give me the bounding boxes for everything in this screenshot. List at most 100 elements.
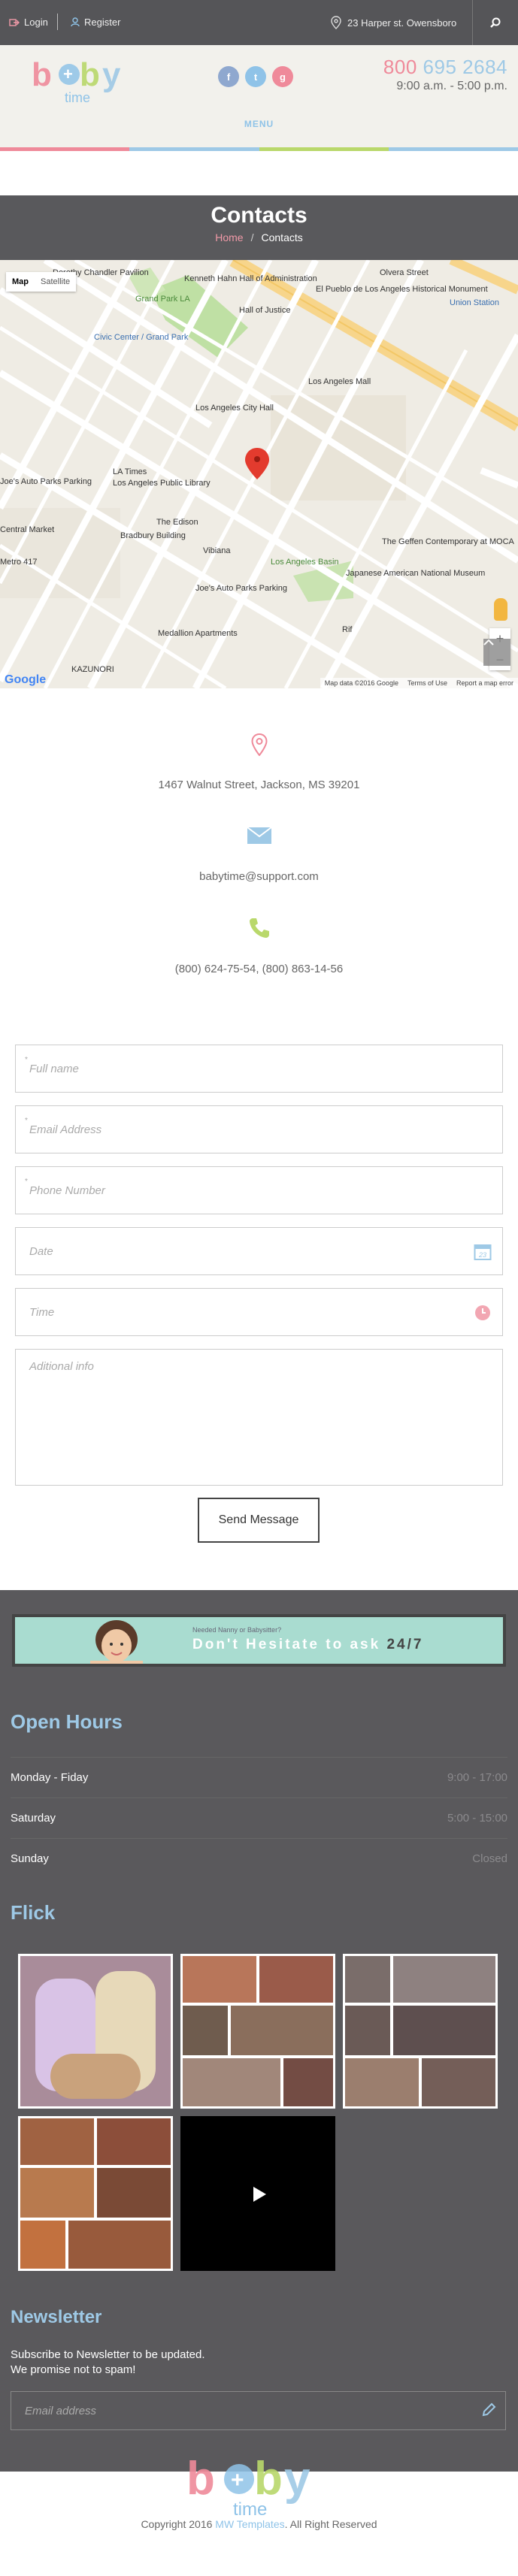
map-label: The Edison [156, 518, 198, 527]
header-phone[interactable]: 800 695 2684 [383, 56, 507, 79]
map-label: Los Angeles Public Library [113, 479, 211, 488]
login-link[interactable]: Login [9, 17, 48, 28]
top-address: 23 Harper st. Owensboro [331, 16, 456, 29]
map-label: Los Angeles Basin [271, 558, 339, 567]
hours-row: Monday - Fiday 9:00 - 17:00 [11, 1758, 507, 1797]
twitter-icon[interactable]: t [245, 66, 266, 87]
baby-time-logo[interactable]: b + b y time [30, 53, 135, 107]
promo-banner[interactable]: Needed Nanny or Babysitter? Don't Hesita… [12, 1614, 506, 1667]
map-data-credit: Map data ©2016 Google [324, 679, 398, 687]
open-hours-title: Open Hours [11, 1710, 123, 1733]
google-map[interactable]: Kenneth Hahn Hall of Administration Gran… [0, 260, 518, 688]
footer-logo[interactable]: b + b y time [186, 2449, 329, 2518]
required-mark: * [25, 1117, 28, 1125]
contact-address: 1467 Walnut Street, Jackson, MS 39201 [158, 779, 360, 791]
svg-text:23: 23 [478, 1251, 486, 1259]
svg-text:+: + [63, 65, 73, 83]
location-icon [331, 16, 341, 29]
map-label: Joe's Auto Parks Parking [195, 584, 287, 593]
facebook-icon[interactable]: f [218, 66, 239, 87]
pencil-icon[interactable] [481, 2402, 496, 2417]
svg-text:b: b [80, 56, 100, 93]
map-label: Medallion Apartments [158, 629, 238, 638]
map-label: Grand Park LA [135, 295, 190, 304]
page-title: Contacts [211, 203, 307, 228]
time-field[interactable]: Time [15, 1288, 503, 1336]
fullname-placeholder: Full name [29, 1062, 79, 1075]
gallery-thumb[interactable] [343, 1954, 498, 2109]
phone-icon [249, 918, 269, 938]
map-report-link[interactable]: Report a map error [456, 679, 513, 687]
map-label: Civic Center / Grand Park [94, 333, 189, 342]
gallery-thumb[interactable] [18, 1954, 173, 2109]
newsletter-line-1: Subscribe to Newsletter to be updated. [11, 2348, 205, 2361]
phone-number: 695 2684 [423, 56, 507, 78]
banner-headline: Don't Hesitate to ask 24/7 [192, 1637, 423, 1653]
page-title-band: Contacts Home / Contacts [0, 195, 518, 260]
map-label: Bradbury Building [120, 531, 186, 540]
copyright-suffix: . All Right Reserved [284, 2518, 377, 2530]
map-type-map[interactable]: Map [6, 272, 35, 292]
phone-field[interactable]: * Phone Number [15, 1166, 503, 1214]
copyright: Copyright 2016 MW Templates. All Right R… [0, 2518, 518, 2530]
svg-text:+: + [231, 2468, 244, 2493]
phone-block [0, 917, 518, 939]
menu-button[interactable]: MENU [0, 119, 518, 129]
calendar-icon[interactable]: 23 [474, 1243, 492, 1261]
location-icon [250, 733, 268, 756]
newsletter-email-input[interactable]: Email address [11, 2391, 506, 2430]
breadcrumb-home[interactable]: Home [215, 231, 243, 243]
gallery-thumb[interactable] [18, 2116, 173, 2271]
map-type-satellite[interactable]: Satellite [35, 272, 76, 292]
video-thumb[interactable] [180, 2116, 335, 2271]
topbar-divider [57, 14, 58, 30]
map-terms-link[interactable]: Terms of Use [407, 679, 447, 687]
svg-text:time: time [65, 90, 90, 105]
copyright-brand-link[interactable]: MW Templates [215, 2518, 284, 2530]
register-link[interactable]: Register [71, 17, 120, 28]
map-label: Japanese American National Museum [346, 569, 485, 578]
email-field[interactable]: * Email Address [15, 1105, 503, 1153]
phone-placeholder: Phone Number [29, 1184, 105, 1197]
date-field[interactable]: Date 23 [15, 1227, 503, 1275]
email-block [0, 827, 518, 845]
map-label: Olvera Street [380, 268, 429, 277]
contact-email[interactable]: babytime@support.com [0, 870, 518, 883]
clock-icon[interactable] [474, 1304, 492, 1322]
info-placeholder: Aditional info [29, 1360, 94, 1373]
scroll-top-button[interactable] [483, 639, 510, 666]
hours-time: Closed [472, 1852, 507, 1865]
hours-time: 9:00 - 17:00 [447, 1770, 507, 1784]
svg-text:b: b [32, 56, 52, 93]
address-block [0, 733, 518, 756]
address-label: 23 Harper st. Owensboro [347, 17, 457, 29]
hours-time: 5:00 - 15:00 [447, 1811, 507, 1825]
map-label: Joe's Auto Parks Parking [0, 477, 92, 486]
svg-text:y: y [102, 56, 121, 93]
banner-accent: 24/7 [386, 1637, 424, 1652]
gallery-thumb[interactable] [180, 1954, 335, 2109]
chevron-up-icon [483, 639, 494, 646]
hours-day: Sunday [11, 1852, 49, 1865]
breadcrumb: Home / Contacts [0, 231, 518, 243]
search-button[interactable] [472, 0, 518, 45]
fullname-field[interactable]: * Full name [15, 1045, 503, 1093]
street-view-pegman-icon[interactable] [494, 598, 507, 621]
google-plus-icon[interactable]: g [272, 66, 293, 87]
map-label: Vibiana [203, 546, 231, 555]
additional-info-field[interactable]: Aditional info [15, 1349, 503, 1486]
map-label: KAZUNORI [71, 665, 114, 674]
svg-text:time: time [233, 2499, 267, 2518]
login-label: Login [24, 17, 48, 28]
phone-prefix: 800 [383, 56, 417, 78]
play-icon [253, 2187, 266, 2202]
search-icon [490, 17, 501, 28]
hours-row: Sunday Closed [11, 1839, 507, 1878]
map-label: Hall of Justice [239, 306, 290, 315]
user-icon [71, 17, 80, 27]
map-label: Los Angeles City Hall [195, 404, 274, 413]
send-message-button[interactable]: Send Message [198, 1498, 320, 1543]
color-stripe [0, 147, 518, 151]
newsletter-subtitle: Subscribe to Newsletter to be updated. W… [11, 2348, 205, 2378]
map-label: LA Times [113, 467, 147, 476]
